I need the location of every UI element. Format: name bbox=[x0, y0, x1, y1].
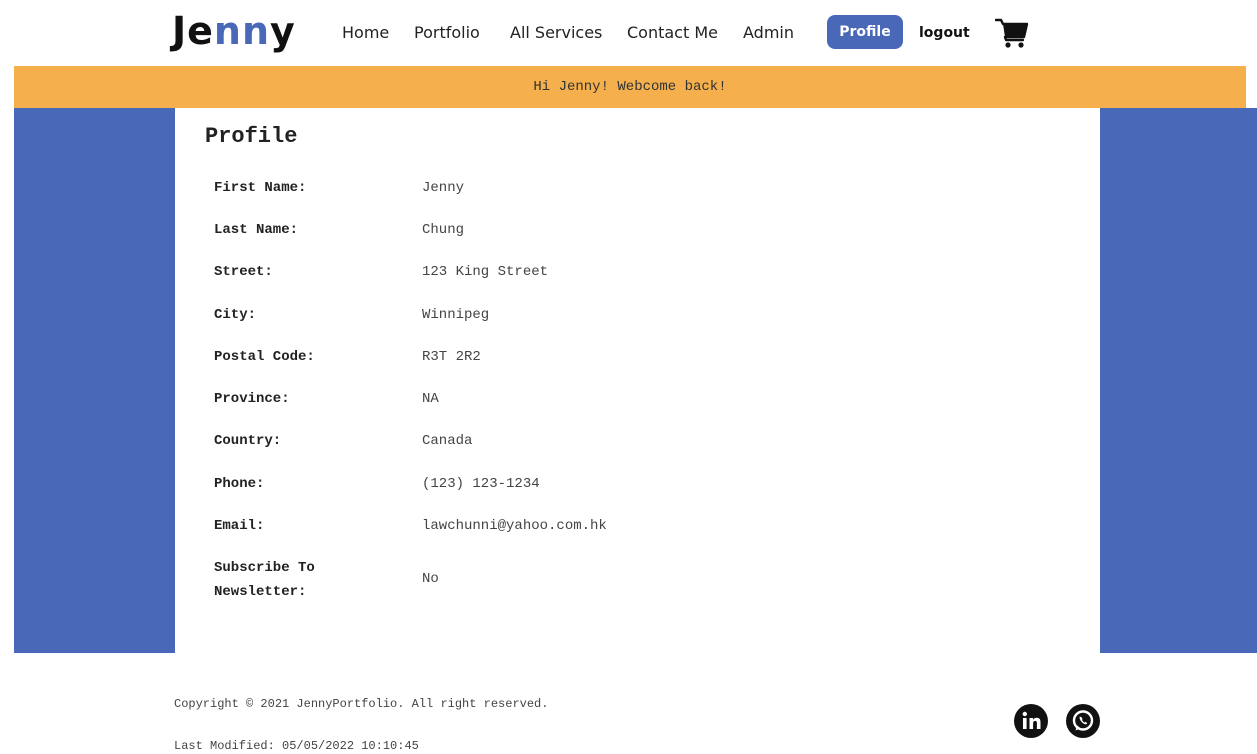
site-header: Jenny Home Portfolio All Services Contac… bbox=[0, 0, 1257, 66]
last-modified-text: Last Modified: 05/05/2022 10:10:45 bbox=[174, 739, 419, 753]
field-label: City: bbox=[214, 307, 257, 323]
field-label: Province: bbox=[214, 391, 290, 407]
linkedin-icon[interactable] bbox=[1013, 703, 1049, 739]
field-label: Last Name: bbox=[214, 222, 299, 238]
field-value: Chung bbox=[422, 222, 465, 238]
profile-row-country: Country: Canada bbox=[0, 429, 1257, 465]
field-value: 123 King Street bbox=[422, 264, 549, 280]
nav-contact-me[interactable]: Contact Me bbox=[627, 18, 718, 48]
field-value: Canada bbox=[422, 433, 473, 449]
logo-part-2: nn bbox=[213, 9, 271, 53]
shopping-cart-icon[interactable] bbox=[995, 17, 1029, 49]
welcome-banner: Hi Jenny! Webcome back! bbox=[14, 66, 1246, 108]
profile-row-province: Province: NA bbox=[0, 387, 1257, 423]
field-label: Phone: bbox=[214, 476, 265, 492]
profile-row-first-name: First Name: Jenny bbox=[0, 176, 1257, 212]
field-value: R3T 2R2 bbox=[422, 349, 481, 365]
logo-part-1: Je bbox=[172, 9, 214, 53]
field-value: lawchunni@yahoo.com.hk bbox=[422, 518, 607, 534]
field-value: NA bbox=[422, 391, 439, 407]
nav-all-services[interactable]: All Services bbox=[510, 18, 602, 48]
profile-row-street: Street: 123 King Street bbox=[0, 260, 1257, 296]
logo-part-3: y bbox=[270, 9, 296, 53]
field-value: Jenny bbox=[422, 180, 465, 196]
whatsapp-icon[interactable] bbox=[1065, 703, 1101, 739]
logout-link[interactable]: logout bbox=[919, 18, 970, 48]
profile-row-phone: Phone: (123) 123-1234 bbox=[0, 472, 1257, 508]
site-logo[interactable]: Jenny bbox=[172, 8, 296, 54]
field-label: First Name: bbox=[214, 180, 307, 196]
profile-row-last-name: Last Name: Chung bbox=[0, 218, 1257, 254]
profile-row-newsletter: Subscribe To Newsletter: No bbox=[0, 556, 1257, 604]
profile-row-email: Email: lawchunni@yahoo.com.hk bbox=[0, 514, 1257, 550]
field-label: Email: bbox=[214, 518, 265, 534]
field-value: No bbox=[422, 571, 439, 587]
profile-button[interactable]: Profile bbox=[827, 15, 903, 49]
field-label: Postal Code: bbox=[214, 349, 315, 365]
field-value: (123) 123-1234 bbox=[422, 476, 540, 492]
page-title: Profile bbox=[205, 124, 298, 149]
field-label: Country: bbox=[214, 433, 282, 449]
field-value: Winnipeg bbox=[422, 307, 490, 323]
nav-portfolio[interactable]: Portfolio bbox=[414, 18, 480, 48]
field-label: Street: bbox=[214, 264, 273, 280]
copyright-text: Copyright © 2021 JennyPortfolio. All rig… bbox=[174, 697, 549, 711]
profile-row-postal-code: Postal Code: R3T 2R2 bbox=[0, 345, 1257, 381]
profile-row-city: City: Winnipeg bbox=[0, 303, 1257, 339]
nav-admin[interactable]: Admin bbox=[743, 18, 794, 48]
nav-home[interactable]: Home bbox=[342, 18, 389, 48]
field-label: Subscribe To Newsletter: bbox=[214, 560, 315, 600]
